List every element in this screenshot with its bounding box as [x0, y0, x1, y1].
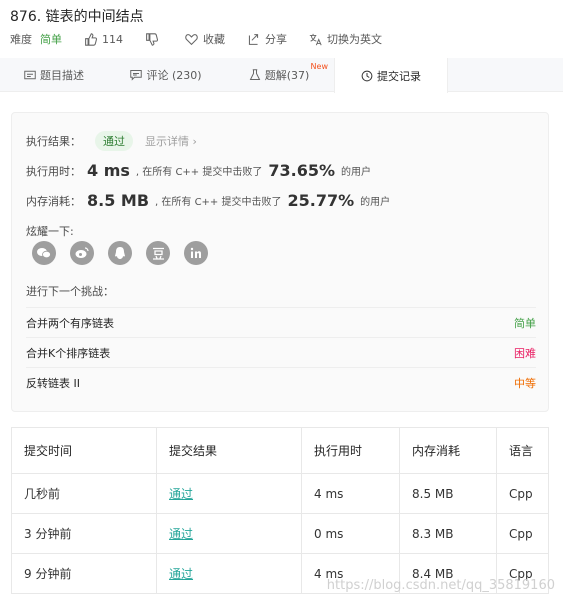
table-row: 3 分钟前 通过 0 ms 8.3 MB Cpp — [11, 513, 549, 554]
switch-language-button[interactable]: 切换为英文 — [309, 31, 382, 47]
share-icon — [248, 33, 259, 45]
header-runtime[interactable]: 执行用时 — [301, 427, 400, 474]
qq-icon[interactable] — [108, 241, 132, 265]
flask-icon — [249, 69, 260, 80]
header-memory[interactable]: 内存消耗 — [399, 427, 497, 474]
cell-memory: 8.5 MB — [399, 473, 497, 514]
memory-text: , 在所有 C++ 提交中击败了 — [155, 197, 282, 208]
document-icon — [24, 70, 36, 80]
cell-result-link[interactable]: 通过 — [156, 513, 302, 554]
difficulty-label: 难度 — [10, 33, 32, 46]
tab-label: 评论 (230) — [146, 69, 202, 82]
status-badge: 通过 — [95, 131, 133, 151]
translate-icon — [309, 33, 322, 45]
header-language[interactable]: 语言 — [496, 427, 549, 474]
table-header-row: 提交时间 提交结果 执行用时 内存消耗 语言 — [11, 427, 549, 474]
dislike-button[interactable] — [145, 32, 163, 46]
share-label: 炫耀一下: — [26, 225, 74, 238]
challenge-item[interactable]: 合并两个有序链表 简单 — [26, 307, 536, 337]
weibo-icon[interactable] — [70, 241, 94, 265]
challenge-level: 困难 — [514, 346, 536, 360]
memory-percent: 25.77% — [287, 191, 355, 210]
thumbs-up-icon — [85, 32, 97, 46]
submissions-table: 提交时间 提交结果 执行用时 内存消耗 语言 几秒前 通过 4 ms 8.5 M… — [11, 427, 549, 594]
linkedin-icon[interactable] — [184, 241, 208, 265]
challenge-title: 反转链表 II — [26, 376, 80, 390]
tab-label: 提交记录 — [377, 69, 421, 83]
runtime-text: , 在所有 C++ 提交中击败了 — [135, 167, 263, 178]
header-result[interactable]: 提交结果 — [156, 427, 302, 474]
header-submit-time[interactable]: 提交时间 — [11, 427, 157, 474]
switch-language-label: 切换为英文 — [327, 33, 382, 46]
runtime-row: 执行用时： 4 ms , 在所有 C++ 提交中击败了 73.65% 的用户 — [26, 161, 371, 180]
show-details-link[interactable]: 显示详情 › — [145, 133, 197, 149]
result-status-row: 执行结果： 通过 显示详情 › — [26, 131, 197, 151]
like-button[interactable]: 114 — [84, 33, 123, 46]
table-row: 几秒前 通过 4 ms 8.5 MB Cpp — [11, 473, 549, 514]
challenge-level: 简单 — [514, 316, 536, 330]
result-label: 执行结果： — [26, 135, 81, 148]
result-card: 执行结果： 通过 显示详情 › 执行用时： 4 ms , 在所有 C++ 提交中… — [11, 112, 549, 412]
new-badge: New — [310, 62, 328, 71]
share-label: 分享 — [265, 33, 287, 46]
cell-language: Cpp — [496, 473, 549, 514]
clock-icon — [361, 70, 373, 81]
douban-icon[interactable] — [146, 241, 170, 265]
runtime-suffix: 的用户 — [341, 167, 372, 178]
tab-label: 题解(37) — [264, 69, 310, 82]
memory-value: 8.5 MB — [87, 191, 150, 210]
cell-time: 3 分钟前 — [11, 513, 157, 554]
challenge-title: 合并K个排序链表 — [26, 346, 111, 360]
cell-runtime: 0 ms — [301, 513, 400, 554]
comment-icon — [130, 70, 143, 81]
share-icons — [32, 241, 222, 265]
memory-suffix: 的用户 — [360, 197, 391, 208]
difficulty-value: 简单 — [40, 33, 62, 46]
challenge-item[interactable]: 合并K个排序链表 困难 — [26, 337, 536, 367]
tab-bar: 题目描述 评论 (230) 题解(37) New 提交记录 — [0, 58, 563, 93]
runtime-percent: 73.65% — [268, 161, 336, 180]
challenge-level: 中等 — [514, 376, 536, 390]
favorite-button[interactable]: 收藏 — [185, 31, 225, 47]
cell-result-link[interactable]: 通过 — [156, 473, 302, 514]
tab-solutions[interactable]: 题解(37) New — [224, 58, 334, 92]
cell-result-link[interactable]: 通过 — [156, 553, 302, 594]
problem-title: 876. 链表的中间结点 — [10, 9, 144, 25]
tab-description[interactable]: 题目描述 — [0, 58, 108, 92]
cell-language: Cpp — [496, 513, 549, 554]
cell-time: 9 分钟前 — [11, 553, 157, 594]
wechat-icon[interactable] — [32, 241, 56, 265]
tab-label: 题目描述 — [40, 69, 84, 82]
next-challenge-label: 进行下一个挑战： — [26, 285, 114, 298]
tab-submissions[interactable]: 提交记录 — [334, 58, 448, 93]
challenge-title: 合并两个有序链表 — [26, 316, 114, 330]
runtime-value: 4 ms — [87, 161, 130, 180]
memory-row: 内存消耗： 8.5 MB , 在所有 C++ 提交中击败了 25.77% 的用户 — [26, 191, 390, 210]
watermark: https://blog.csdn.net/qq_35819160 — [326, 578, 555, 593]
cell-time: 几秒前 — [11, 473, 157, 514]
challenge-item[interactable]: 反转链表 II 中等 — [26, 367, 536, 397]
share-button[interactable]: 分享 — [247, 31, 287, 47]
cell-runtime: 4 ms — [301, 473, 400, 514]
difficulty: 难度 简单 — [10, 31, 62, 47]
runtime-label: 执行用时： — [26, 164, 81, 178]
cell-memory: 8.3 MB — [399, 513, 497, 554]
tab-comments[interactable]: 评论 (230) — [108, 58, 224, 92]
problem-meta-bar: 难度 简单 114 收藏 分享 切换为英文 — [10, 30, 404, 48]
favorite-label: 收藏 — [203, 33, 225, 46]
thumbs-down-icon — [146, 32, 158, 46]
memory-label: 内存消耗： — [26, 194, 81, 208]
heart-icon — [185, 33, 198, 45]
like-count: 114 — [102, 32, 123, 46]
